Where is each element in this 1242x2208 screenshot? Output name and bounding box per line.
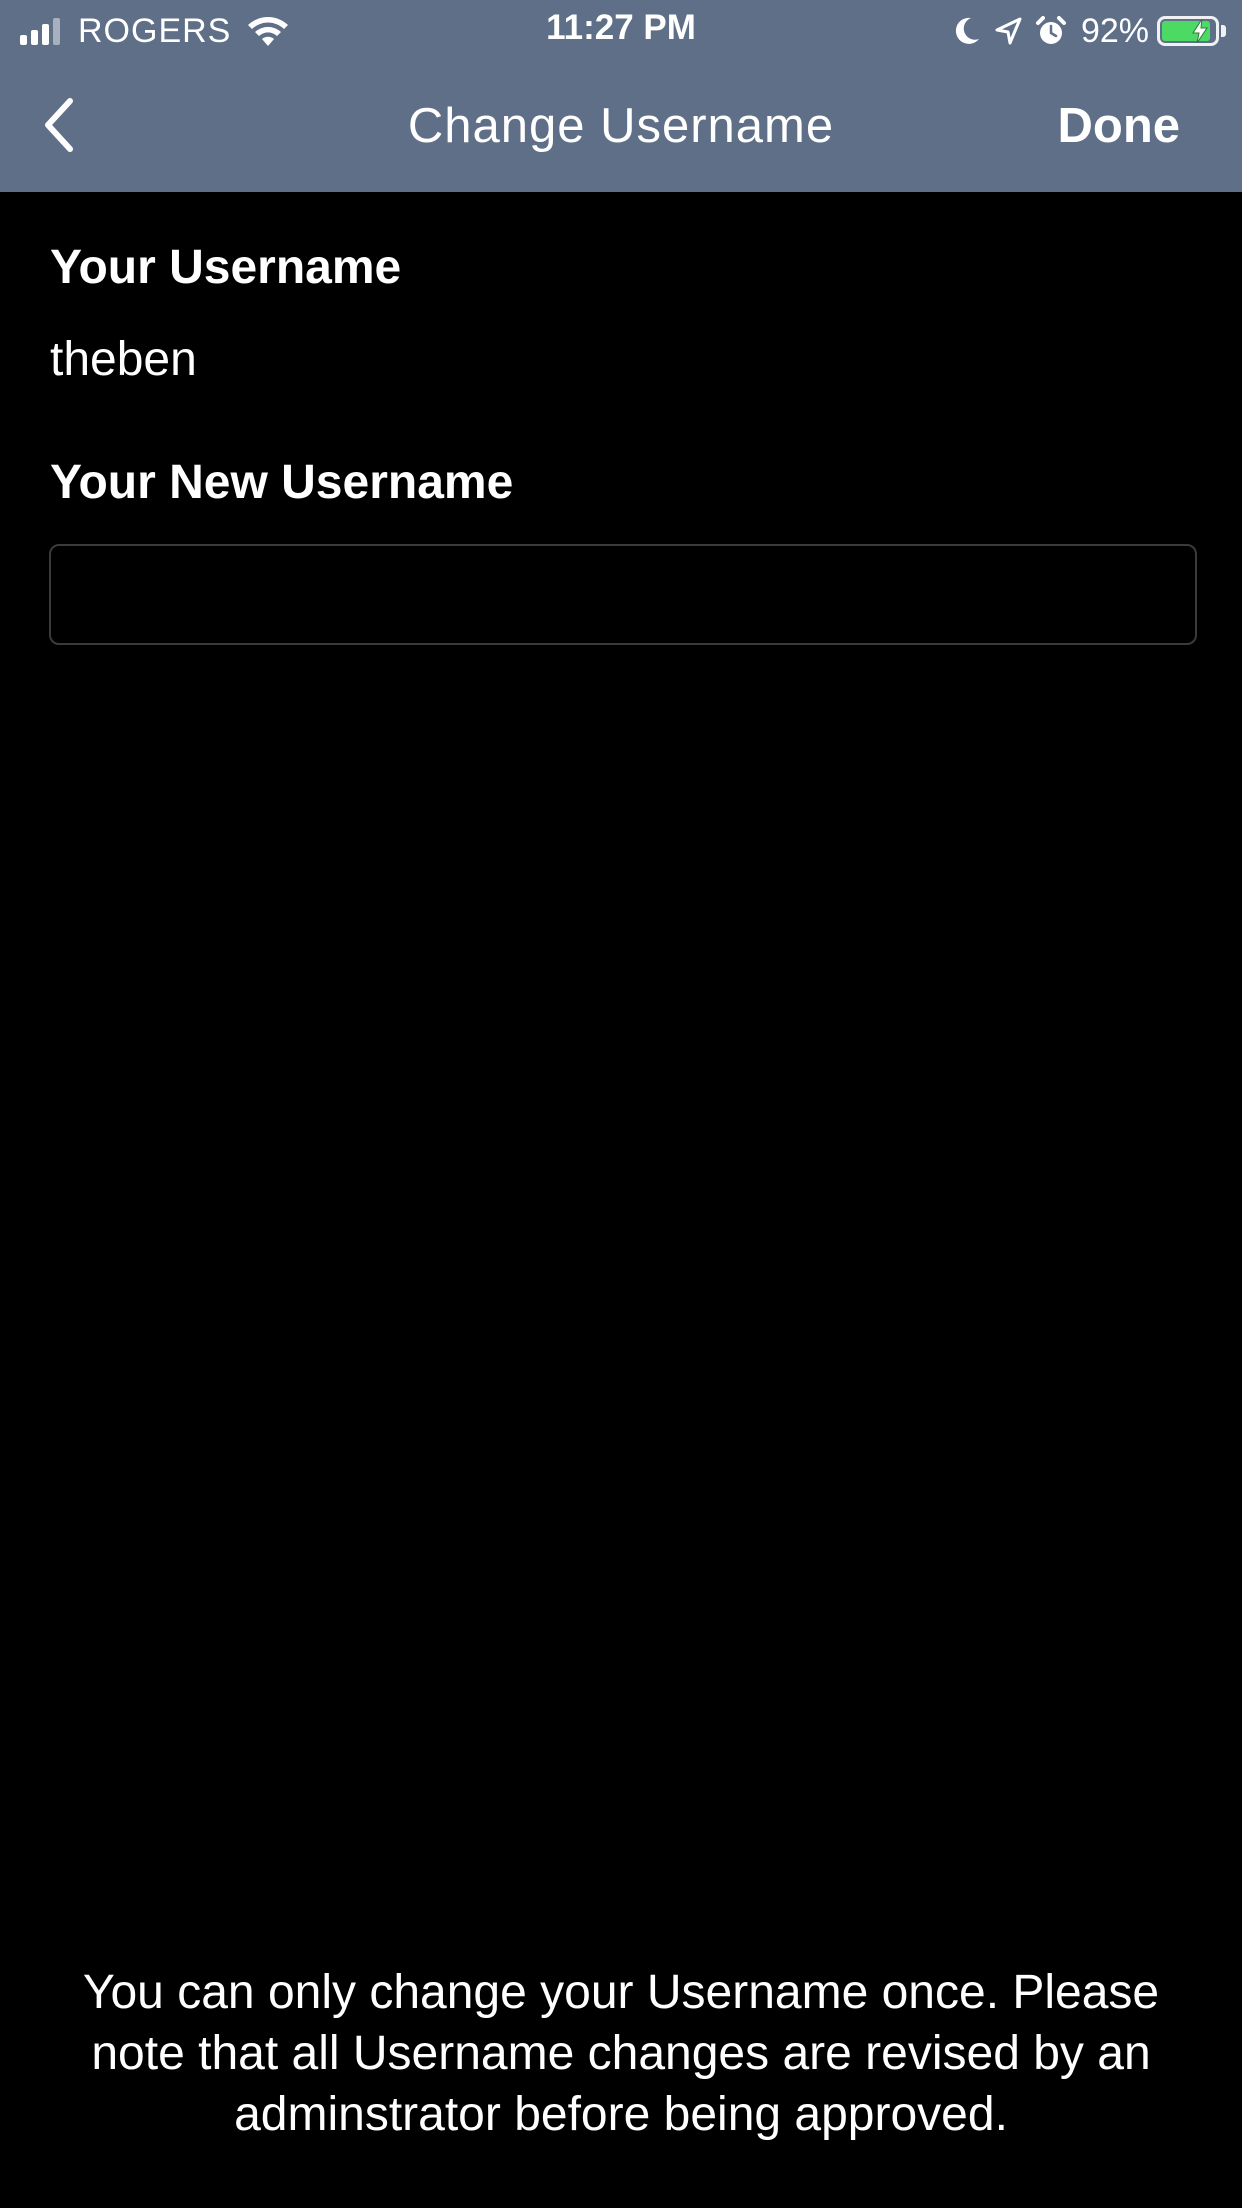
battery-percent: 92%	[1080, 11, 1149, 50]
change-username-screen: ROGERS 11:27 PM 92% Change Username Done…	[0, 0, 1242, 2208]
page-title: Change Username	[407, 99, 835, 153]
moon-icon	[955, 17, 979, 44]
nav-bar: Change Username Done	[0, 62, 1242, 192]
header: ROGERS 11:27 PM 92% Change Username Done	[0, 0, 1242, 192]
username-change-notice: You can only change your Username once. …	[82, 1966, 1160, 2141]
new-username-label: Your New Username	[50, 456, 514, 509]
done-button[interactable]: Done	[1058, 98, 1181, 154]
battery-nub	[1221, 25, 1226, 37]
battery-charging-icon	[1157, 16, 1219, 46]
status-bar: ROGERS 11:27 PM 92%	[0, 0, 1242, 62]
current-username-value: theben	[50, 333, 197, 386]
current-username-label: Your Username	[50, 241, 402, 294]
status-bar-right: 92%	[939, 10, 1226, 52]
charging-bolt-icon	[1192, 19, 1208, 43]
new-username-input[interactable]	[49, 544, 1197, 645]
location-arrow-icon	[995, 17, 1022, 45]
alarm-icon	[1035, 16, 1066, 44]
